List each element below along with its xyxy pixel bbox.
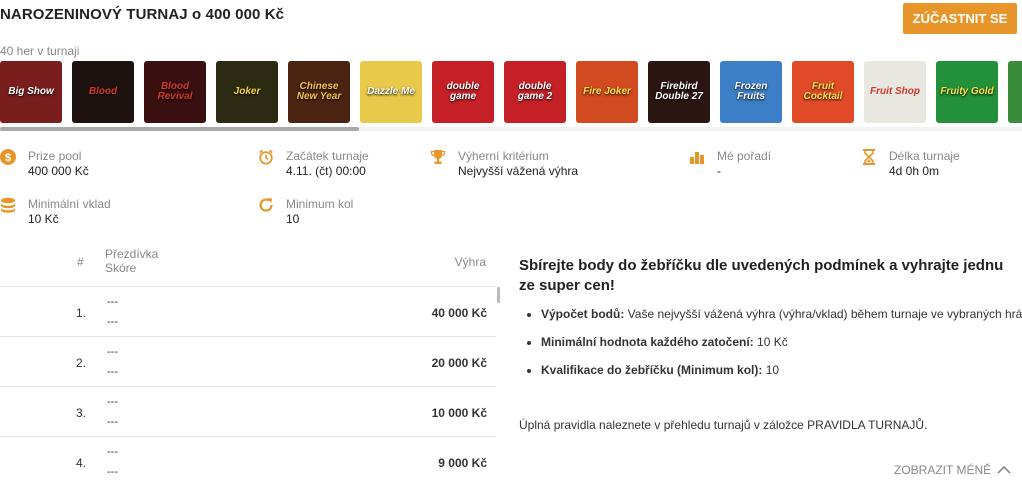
game-tile[interactable]: Firebird Double 27 bbox=[648, 61, 710, 123]
trophy-icon bbox=[430, 149, 446, 165]
join-tournament-button[interactable]: ZÚČASTNIT SE bbox=[903, 3, 1017, 34]
col-prize-header: Výhra bbox=[454, 255, 486, 269]
info-my-rank: Mé pořadí - bbox=[689, 149, 849, 181]
row-rank: 1. bbox=[76, 306, 87, 320]
info-value: - bbox=[717, 164, 721, 178]
table-row: 3. --- --- 10 000 Kč bbox=[0, 386, 496, 437]
info-label: Prize pool bbox=[28, 149, 82, 163]
coin-dollar-icon: $ bbox=[0, 149, 16, 165]
table-row: 2. --- --- 20 000 Kč bbox=[0, 336, 496, 387]
tournament-title: NAROZENINOVÝ TURNAJ o 400 000 Kč bbox=[0, 6, 285, 23]
rule-item-label: Minimální hodnota každého zatočení: bbox=[541, 335, 754, 349]
info-min-deposit: Minimální vklad 10 Kč bbox=[0, 197, 240, 229]
row-rank: 3. bbox=[76, 406, 87, 420]
info-min-rounds: Minimum kol 10 bbox=[258, 197, 418, 229]
game-tile[interactable]: Fruit Cocktail bbox=[792, 61, 854, 123]
game-tile[interactable]: Fruity Gold bbox=[936, 61, 998, 123]
col-score-header: Skóre bbox=[105, 261, 137, 275]
rule-item-label: Výpočet bodů: bbox=[541, 307, 625, 321]
row-score: --- bbox=[107, 466, 118, 478]
alarm-clock-icon bbox=[258, 149, 274, 165]
leaderboard-scrollbar[interactable] bbox=[497, 287, 500, 303]
rules-list: Výpočet bodů: Vaše nejvyšší vážená výhra… bbox=[519, 307, 1022, 391]
games-count: 40 her v turnaji bbox=[0, 44, 80, 58]
info-label: Minimální vklad bbox=[28, 197, 111, 211]
info-value: 4.11. (čt) 00:00 bbox=[286, 164, 366, 178]
info-criterion: Výherní kritérium Nejvyšší vážená výhra bbox=[430, 149, 670, 181]
row-rank: 4. bbox=[76, 456, 87, 470]
info-value: 400 000 Kč bbox=[28, 164, 89, 178]
chevron-up-icon bbox=[997, 463, 1011, 477]
row-score: --- bbox=[107, 366, 118, 378]
rule-item: Výpočet bodů: Vaše nejvyšší vážená výhra… bbox=[541, 307, 1022, 322]
row-prize: 20 000 Kč bbox=[431, 356, 487, 370]
rule-item-text: 10 bbox=[762, 363, 780, 377]
leaderboard-rows: 1. --- --- 40 000 Kč 2. --- --- 20 000 K… bbox=[0, 286, 500, 489]
row-nick: --- bbox=[107, 446, 118, 458]
row-score: --- bbox=[107, 316, 118, 328]
game-tile[interactable]: Fire Joker bbox=[576, 61, 638, 123]
rule-item-text: Vaše nejvyšší vážená výhra (výhra/vklad)… bbox=[624, 307, 1022, 321]
game-tile[interactable]: Blood bbox=[72, 61, 134, 123]
info-duration: Délka turnaje 4d 0h 0m bbox=[861, 149, 1019, 181]
row-prize: 10 000 Kč bbox=[431, 406, 487, 420]
col-nick-header: Přezdívka bbox=[105, 247, 159, 261]
table-row: 1. --- --- 40 000 Kč bbox=[0, 286, 496, 337]
rules-title: Sbírejte body do žebříčku dle uvedených … bbox=[519, 257, 1004, 294]
row-prize: 9 000 Kč bbox=[438, 456, 487, 470]
info-prize-pool: $ Prize pool 400 000 Kč bbox=[0, 149, 240, 181]
info-value: 10 bbox=[286, 212, 300, 226]
info-value: 10 Kč bbox=[28, 212, 59, 226]
info-label: Začátek turnaje bbox=[286, 149, 369, 163]
games-scrollbar-thumb[interactable] bbox=[0, 127, 359, 131]
rule-item: Minimální hodnota každého zatočení: 10 K… bbox=[541, 335, 1022, 350]
info-label: Délka turnaje bbox=[889, 149, 960, 163]
svg-text:$: $ bbox=[5, 152, 11, 164]
col-rank-header: # bbox=[77, 255, 84, 269]
games-strip: Big Show Blood Blood Revival Joker Chine… bbox=[0, 61, 1022, 125]
hourglass-icon bbox=[861, 149, 877, 165]
info-value: Nejvyšší vážená výhra bbox=[458, 164, 579, 178]
info-label: Výherní kritérium bbox=[458, 149, 549, 163]
row-nick: --- bbox=[107, 346, 118, 358]
row-nick: --- bbox=[107, 296, 118, 308]
game-tile[interactable]: Frozen Fruits bbox=[720, 61, 782, 123]
game-tile[interactable]: double game 2 bbox=[504, 61, 566, 123]
rule-item-label: Kvalifikace do žebříčku (Minimum kol): bbox=[541, 363, 763, 377]
game-tile[interactable]: double game bbox=[432, 61, 494, 123]
refresh-icon bbox=[258, 197, 274, 213]
coin-stack-icon bbox=[0, 197, 16, 213]
game-tile[interactable]: Chinese New Year bbox=[288, 61, 350, 123]
row-nick: --- bbox=[107, 396, 118, 408]
rule-item-text: 10 Kč bbox=[753, 335, 788, 349]
row-rank: 2. bbox=[76, 356, 87, 370]
game-tile[interactable]: Big Show bbox=[0, 61, 62, 123]
game-tile[interactable]: Blood Revival bbox=[144, 61, 206, 123]
rules-footer: Úplná pravidla naleznete v přehledu turn… bbox=[519, 418, 928, 432]
game-tile[interactable]: Dazzle Me bbox=[360, 61, 422, 123]
bar-chart-icon bbox=[689, 149, 705, 165]
row-score: --- bbox=[107, 416, 118, 428]
show-less-label: ZOBRAZIT MÉNĚ bbox=[894, 463, 992, 477]
row-prize: 40 000 Kč bbox=[431, 306, 487, 320]
info-label: Mé pořadí bbox=[717, 149, 772, 163]
game-tile[interactable]: Joker bbox=[216, 61, 278, 123]
info-value: 4d 0h 0m bbox=[889, 164, 940, 178]
show-less-button[interactable]: ZOBRAZIT MÉNĚ bbox=[894, 463, 1011, 477]
game-tile[interactable] bbox=[1008, 61, 1022, 123]
table-row: 4. --- --- 9 000 Kč bbox=[0, 436, 496, 487]
rule-item: Kvalifikace do žebříčku (Minimum kol): 1… bbox=[541, 363, 1022, 378]
info-label: Minimum kol bbox=[286, 197, 354, 211]
game-tile[interactable]: Fruit Shop bbox=[864, 61, 926, 123]
leaderboard-header: # Přezdívka Skóre Výhra bbox=[0, 240, 500, 286]
info-start: Začátek turnaje 4.11. (čt) 00:00 bbox=[258, 149, 418, 181]
